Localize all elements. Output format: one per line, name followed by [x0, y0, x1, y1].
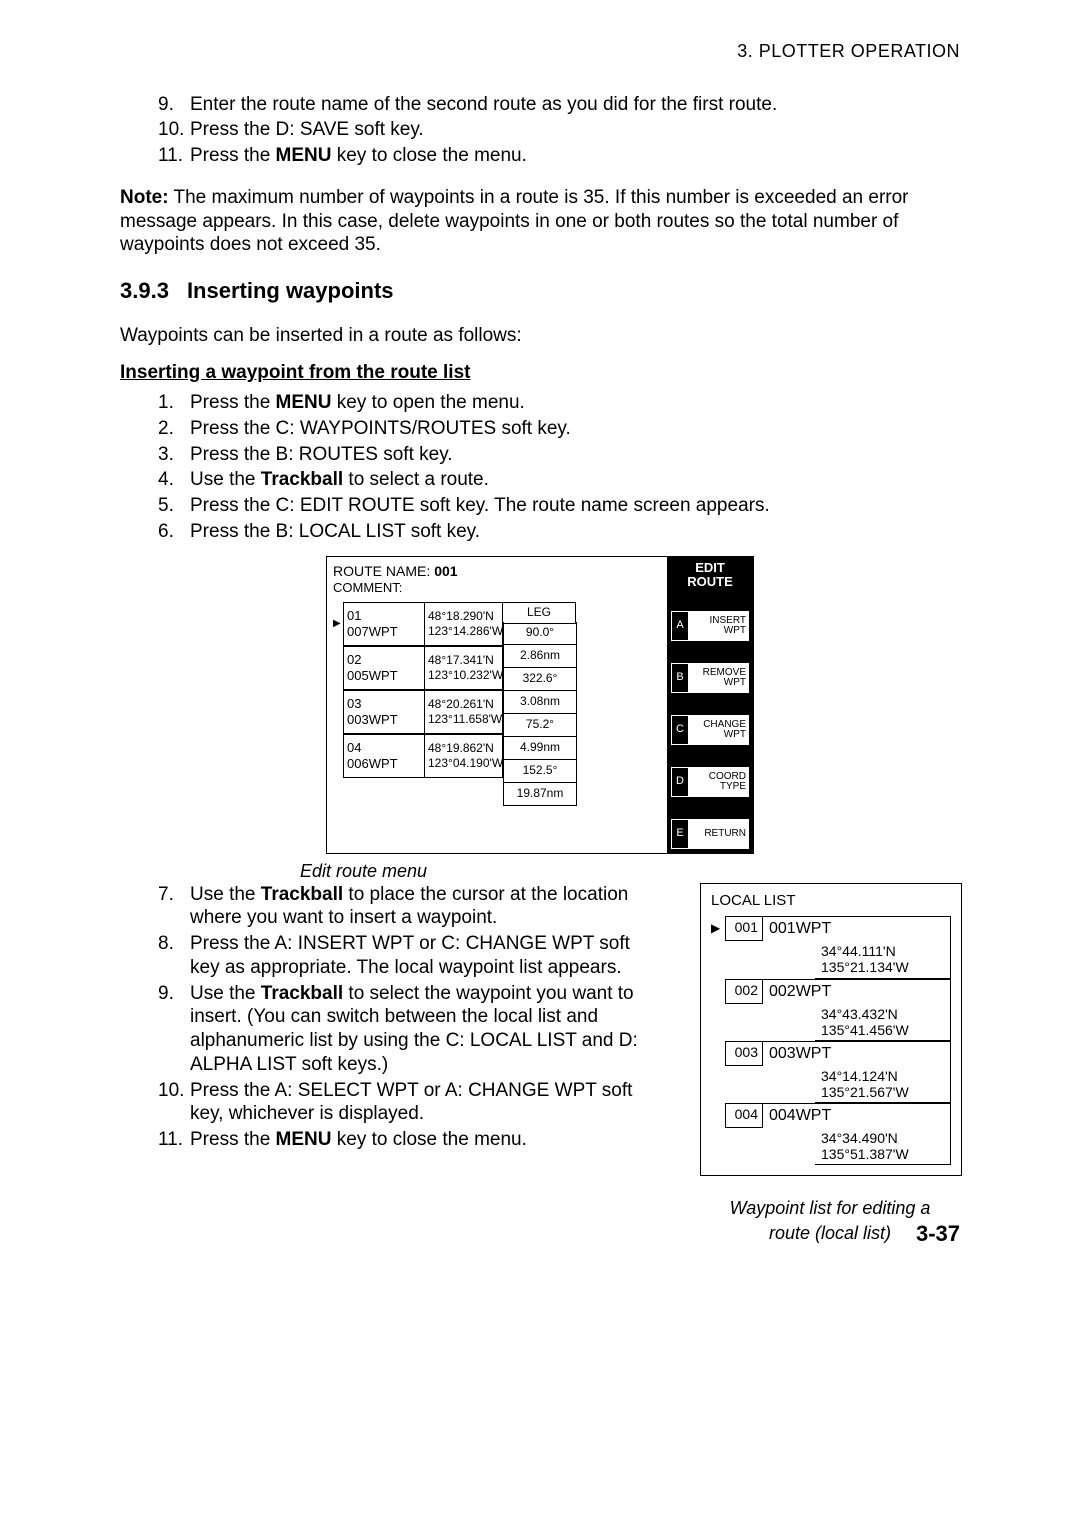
soft-key-change-wpt[interactable]: CCHANGE WPT — [671, 715, 749, 745]
step-number: 9. — [158, 93, 190, 117]
soft-key-remove-wpt[interactable]: BREMOVE WPT — [671, 663, 749, 693]
soft-key-panel-title: EDIT ROUTE — [671, 561, 749, 590]
route-name-label: ROUTE NAME: — [333, 563, 430, 581]
section-title: Inserting waypoints — [187, 278, 394, 303]
local-list-item[interactable]: 002 002WPT 34°43.432'N135°41.456'W — [711, 979, 951, 1041]
ordered-list: 1.Press the MENU key to open the menu. 2… — [120, 391, 960, 544]
route-row: ▶ 01007WPT 48°18.290'N123°14.286'W — [333, 602, 661, 646]
comment-label: COMMENT: — [333, 580, 661, 596]
note-label: Note: — [120, 187, 169, 208]
step-number: 10. — [158, 118, 190, 142]
ordered-list-continue-2: 7.Use the Trackball to place the cursor … — [120, 883, 660, 1152]
step: 9. Enter the route name of the second ro… — [158, 93, 960, 117]
ordered-list-continue: 9. Enter the route name of the second ro… — [120, 93, 960, 168]
local-list-panel: LOCAL LIST ▶ 001 001WPT 34°44.111'N135°2… — [700, 883, 962, 1177]
edit-route-figure: ROUTE NAME: 001 COMMENT: LEG 90.0° 2.86n… — [120, 556, 960, 855]
step-number: 11. — [158, 144, 190, 168]
cursor-marker-icon: ▶ — [333, 602, 343, 646]
route-row: 02005WPT 48°17.341'N123°10.232'W — [333, 646, 661, 690]
note-paragraph: Note: The maximum number of waypoints in… — [120, 186, 960, 257]
route-row: 03003WPT 48°20.261'N123°11.658'W — [333, 690, 661, 734]
step-text: Press the D: SAVE soft key. — [190, 118, 424, 142]
local-list-title: LOCAL LIST — [711, 892, 951, 911]
cursor-marker-icon: ▶ — [711, 916, 725, 941]
step: 11. Press the MENU key to close the menu… — [158, 144, 960, 168]
step-text: Press the MENU key to close the menu. — [190, 144, 527, 168]
step-text: Enter the route name of the second route… — [190, 93, 777, 117]
route-row: 04006WPT 48°19.862'N123°04.190'W — [333, 734, 661, 778]
figure-caption: Edit route menu — [300, 860, 960, 883]
soft-key-insert-wpt[interactable]: AINSERT WPT — [671, 611, 749, 641]
section-heading: 3.9.3 Inserting waypoints — [120, 277, 960, 305]
sub-heading: Inserting a waypoint from the route list — [120, 361, 960, 385]
step: 10. Press the D: SAVE soft key. — [158, 118, 960, 142]
intro-paragraph: Waypoints can be inserted in a route as … — [120, 324, 960, 348]
local-list-item[interactable]: ▶ 001 001WPT 34°44.111'N135°21.134'W — [711, 916, 951, 978]
local-list-item[interactable]: 004 004WPT 34°34.490'N135°51.387'W — [711, 1103, 951, 1165]
edit-route-panel: ROUTE NAME: 001 COMMENT: LEG 90.0° 2.86n… — [326, 556, 754, 855]
soft-key-coord-type[interactable]: DCOORD TYPE — [671, 767, 749, 797]
note-text: The maximum number of waypoints in a rou… — [120, 187, 909, 256]
section-number: 3.9.3 — [120, 278, 169, 303]
local-list-item[interactable]: 003 003WPT 34°14.124'N135°21.567'W — [711, 1041, 951, 1103]
page-header: 3. PLOTTER OPERATION — [120, 40, 960, 63]
route-name-value: 001 — [434, 563, 457, 581]
soft-key-return[interactable]: ERETURN — [671, 819, 749, 849]
soft-key-panel: EDIT ROUTE AINSERT WPT BREMOVE WPT CCHAN… — [667, 557, 753, 854]
